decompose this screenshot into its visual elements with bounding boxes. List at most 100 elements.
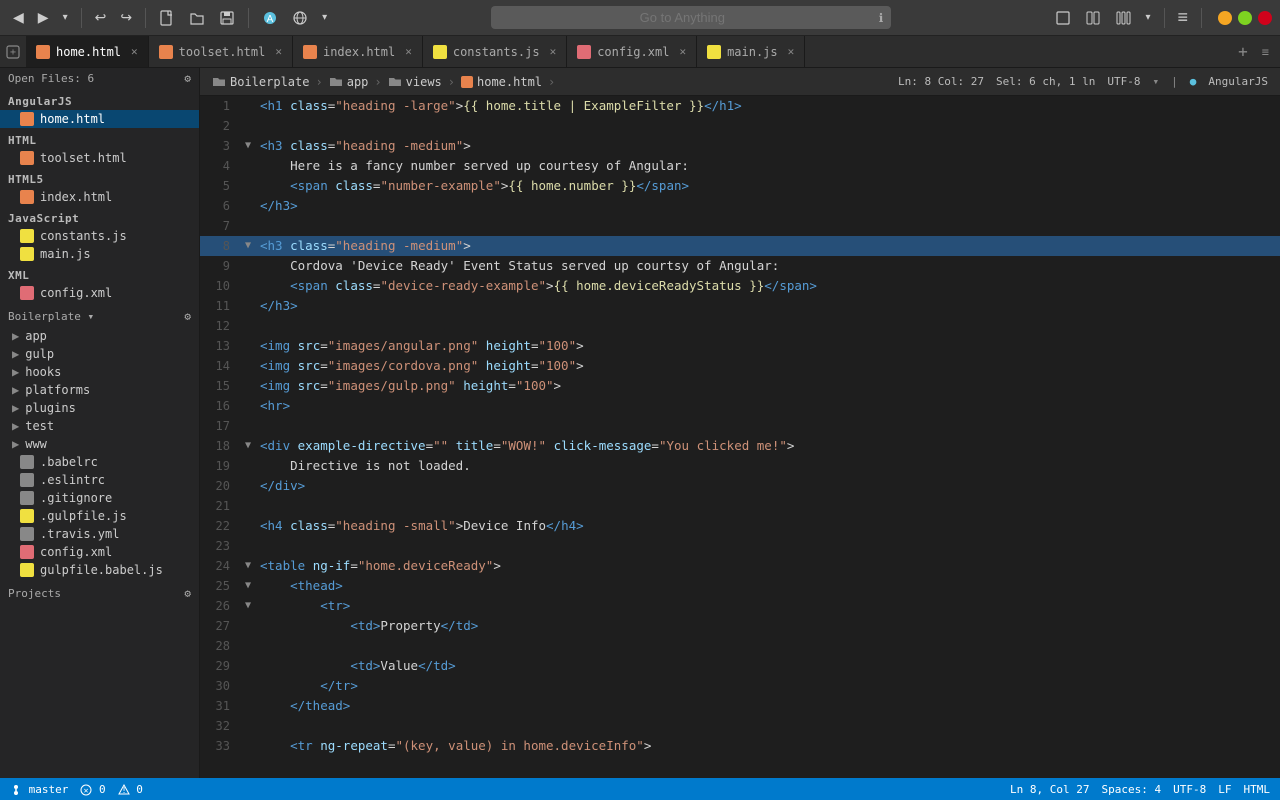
search-info-icon: ℹ	[879, 11, 884, 25]
tab-constants-js[interactable]: constants.js ✕	[423, 36, 567, 67]
sidebar-settings-icon[interactable]: ⚙	[184, 72, 191, 85]
sidebar-file-icon-gitignore	[20, 491, 34, 505]
sidebar-file-home-html[interactable]: home.html	[0, 110, 199, 128]
tab-main-js[interactable]: main.js ✕	[697, 36, 805, 67]
sidebar-file-main-js[interactable]: main.js	[0, 245, 199, 263]
icon2-button[interactable]	[287, 8, 313, 28]
open-file-button[interactable]	[184, 8, 210, 28]
fold-arrow	[240, 396, 256, 416]
status-enc[interactable]: UTF-8	[1173, 783, 1206, 796]
redo-button[interactable]: ↪	[115, 7, 137, 28]
sidebar-projects-settings-icon[interactable]: ⚙	[184, 587, 191, 600]
tab-close-toolset-html[interactable]: ✕	[275, 45, 282, 58]
tab-home-html[interactable]: home.html ✕	[26, 36, 149, 67]
tab-close-index-html[interactable]: ✕	[405, 45, 412, 58]
breadcrumb-app-folder-icon	[329, 75, 343, 89]
breadcrumb-boilerplate[interactable]: Boilerplate	[230, 75, 309, 89]
new-file-button[interactable]	[154, 8, 180, 28]
icon2-dropdown-button[interactable]: ▾	[317, 10, 332, 25]
fold-arrow	[240, 156, 256, 176]
tab-add-button[interactable]: +	[1233, 40, 1253, 63]
table-row: 21	[200, 496, 1280, 516]
fold-arrow[interactable]: ▼	[240, 236, 256, 256]
nav-back-button[interactable]: ◀	[8, 7, 29, 28]
tab-close-home-html[interactable]: ✕	[131, 45, 138, 58]
nav-forward-button[interactable]: ▶	[33, 7, 54, 28]
sidebar-file-gitignore[interactable]: .gitignore	[0, 489, 199, 507]
breadcrumb-views[interactable]: views	[406, 75, 442, 89]
icon1-button[interactable]: A	[257, 8, 283, 28]
breadcrumb-file[interactable]: home.html	[477, 75, 542, 89]
tab-icon-config-xml	[577, 45, 591, 59]
sidebar-file-gulpfile-babel-js[interactable]: gulpfile.babel.js	[0, 561, 199, 579]
status-lf[interactable]: LF	[1218, 783, 1231, 796]
undo-button[interactable]: ↩	[90, 7, 112, 28]
sidebar-folder-hooks[interactable]: ▶ hooks	[0, 363, 199, 381]
sidebar-projects-header[interactable]: Projects ⚙	[0, 583, 199, 604]
tab-close-main-js[interactable]: ✕	[788, 45, 795, 58]
code-line	[256, 716, 1280, 736]
tab-toolset-html[interactable]: toolset.html ✕	[149, 36, 293, 67]
sidebar-folder-test[interactable]: ▶ test	[0, 417, 199, 435]
status-lang-bar[interactable]: HTML	[1244, 783, 1271, 796]
fold-arrow[interactable]: ▼	[240, 436, 256, 456]
save-button[interactable]	[214, 8, 240, 28]
sidebar-file-gulpfile-js[interactable]: .gulpfile.js	[0, 507, 199, 525]
maximize-button[interactable]	[1238, 11, 1252, 25]
status-branch[interactable]: master	[10, 783, 68, 796]
close-button[interactable]	[1258, 11, 1272, 25]
code-line: <td>Value</td>	[256, 656, 1280, 676]
layout1-button[interactable]	[1050, 8, 1076, 28]
status-lang[interactable]: AngularJS	[1208, 75, 1268, 88]
sidebar-folder-www[interactable]: ▶ www	[0, 435, 199, 453]
sidebar-folder-app[interactable]: ▶ app	[0, 327, 199, 345]
search-input[interactable]	[491, 6, 891, 29]
sidebar-open-files-header[interactable]: Open Files: 6 ⚙	[0, 68, 199, 89]
tab-config-xml[interactable]: config.xml ✕	[567, 36, 697, 67]
tab-close-constants-js[interactable]: ✕	[550, 45, 557, 58]
status-warnings[interactable]: ! 0	[118, 783, 143, 796]
sidebar-folder-plugins[interactable]: ▶ plugins	[0, 399, 199, 417]
fold-arrow[interactable]: ▼	[240, 556, 256, 576]
sidebar-file-index-html[interactable]: index.html	[0, 188, 199, 206]
minimize-button[interactable]	[1218, 11, 1232, 25]
sidebar-boilerplate-settings-icon[interactable]: ⚙	[184, 310, 191, 323]
table-row: 32	[200, 716, 1280, 736]
sidebar-boilerplate-header[interactable]: Boilerplate ▾ ⚙	[0, 306, 199, 327]
status-ln-col[interactable]: Ln 8, Col 27	[1010, 783, 1089, 796]
menu-button[interactable]: ≡	[1173, 5, 1194, 30]
code-line: Directive is not loaded.	[256, 456, 1280, 476]
sidebar-file-constants-js[interactable]: constants.js	[0, 227, 199, 245]
status-encoding[interactable]: UTF-8	[1107, 75, 1140, 88]
sidebar-file-babelrc[interactable]: .babelrc	[0, 453, 199, 471]
layout3-button[interactable]	[1110, 8, 1136, 28]
editor-area[interactable]: 1<h1 class="heading -large">{{ home.titl…	[200, 96, 1280, 778]
sidebar-section-javascript: JavaScript	[0, 206, 199, 227]
status-spaces[interactable]: Spaces: 4	[1102, 783, 1162, 796]
sidebar-file-label-index-html: index.html	[40, 190, 112, 204]
code-line: <img src="images/cordova.png" height="10…	[256, 356, 1280, 376]
tab-index-html[interactable]: index.html ✕	[293, 36, 423, 67]
status-position[interactable]: Ln: 8 Col: 27	[898, 75, 984, 88]
sidebar-file-label-constants-js: constants.js	[40, 229, 127, 243]
fold-arrow[interactable]: ▼	[240, 136, 256, 156]
sidebar-file-eslintrc[interactable]: .eslintrc	[0, 471, 199, 489]
sidebar-file-config-xml[interactable]: config.xml	[0, 284, 199, 302]
layout2-button[interactable]	[1080, 8, 1106, 28]
sidebar-file-toolset-html[interactable]: toolset.html	[0, 149, 199, 167]
layout-dropdown-button[interactable]: ▾	[1140, 10, 1155, 25]
sidebar-file-travis-yml[interactable]: .travis.yml	[0, 525, 199, 543]
sidebar-file-config-xml2[interactable]: config.xml	[0, 543, 199, 561]
tab-overflow-button[interactable]: ≡	[1257, 43, 1274, 61]
sidebar-folder-platforms[interactable]: ▶ platforms	[0, 381, 199, 399]
fold-arrow[interactable]: ▼	[240, 596, 256, 616]
fold-arrow[interactable]: ▼	[240, 576, 256, 596]
tab-close-config-xml[interactable]: ✕	[679, 45, 686, 58]
fold-arrow	[240, 176, 256, 196]
sidebar-folder-gulp[interactable]: ▶ gulp	[0, 345, 199, 363]
line-number: 15	[200, 376, 240, 396]
sidebar-file-label-main-js: main.js	[40, 247, 91, 261]
status-errors[interactable]: ✕ 0	[80, 783, 105, 796]
nav-dropdown-button[interactable]: ▾	[58, 10, 73, 25]
breadcrumb-app[interactable]: app	[347, 75, 369, 89]
